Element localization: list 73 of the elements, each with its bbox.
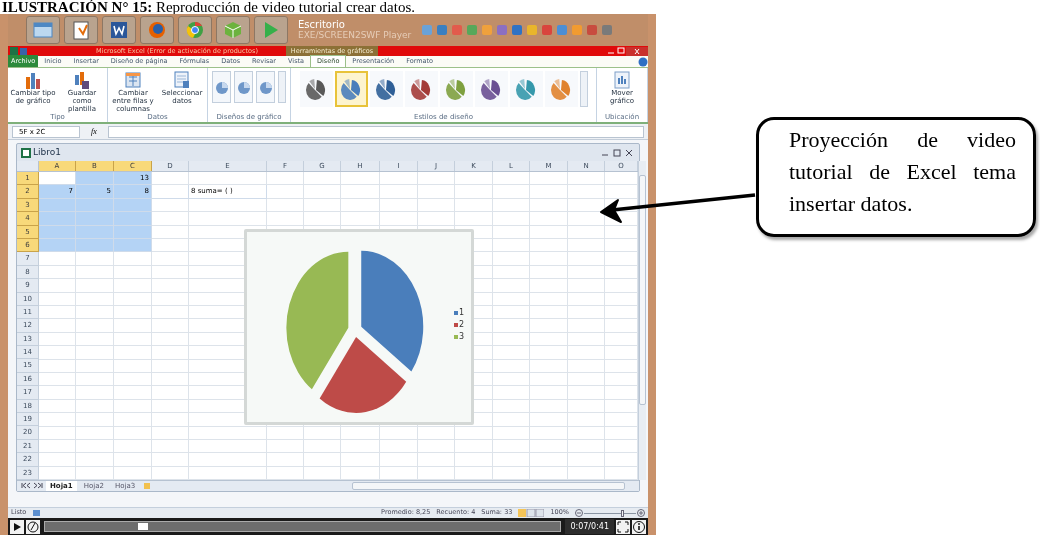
horizontal-scrollbar[interactable] [352, 482, 625, 490]
tray-icon[interactable] [571, 24, 584, 36]
legend-label: 3 [459, 332, 465, 341]
gallery-scroll[interactable] [579, 71, 588, 107]
formula-input[interactable] [108, 125, 644, 138]
tray-icon[interactable] [421, 24, 434, 36]
table-cell[interactable] [76, 212, 114, 226]
macro-icon[interactable] [32, 509, 42, 517]
fullscreen-icon[interactable] [616, 519, 630, 534]
zoom-out-icon[interactable] [575, 509, 583, 517]
chart-style-button[interactable] [474, 71, 508, 107]
callout-box: Proyección de video tutorial de Excel tema insertar datos. [756, 117, 1036, 237]
tray-icon[interactable] [541, 24, 554, 36]
document-icon[interactable] [64, 16, 98, 44]
seek-thumb[interactable] [137, 523, 148, 530]
chart-style-button[interactable] [509, 71, 543, 107]
tray-icon[interactable] [451, 24, 464, 36]
tray-icon[interactable] [511, 24, 524, 36]
help-icon[interactable] [638, 57, 648, 67]
pen-circle-icon[interactable] [26, 519, 40, 534]
chart-layout-button[interactable] [234, 71, 253, 103]
chart-style-button[interactable] [369, 71, 403, 107]
close-icon[interactable] [626, 46, 648, 56]
table-cell[interactable] [76, 172, 114, 186]
function-button[interactable]: fx [84, 125, 104, 138]
browser-icon[interactable] [178, 16, 212, 44]
table-select-icon [174, 71, 190, 89]
gallery-scroll[interactable] [278, 71, 286, 103]
tray-icon[interactable] [601, 24, 614, 36]
table-swap-icon [125, 71, 141, 89]
close-icon[interactable] [623, 148, 635, 157]
vertical-scrollbar[interactable] [638, 161, 646, 480]
table-cell[interactable] [39, 172, 76, 186]
excel-logo-icon [10, 47, 18, 55]
playback-time: 0:07/0:41 [565, 519, 614, 534]
save-icon[interactable] [20, 47, 27, 55]
info-icon[interactable] [632, 519, 646, 534]
chart-style-button[interactable] [299, 71, 333, 107]
tray-icon[interactable] [586, 24, 599, 36]
window-icon[interactable] [26, 16, 60, 44]
tray-icon[interactable] [556, 24, 569, 36]
chart-area[interactable]: 1 2 3 [244, 229, 474, 425]
move-chart-icon [614, 71, 630, 89]
tray-icon[interactable] [436, 24, 449, 36]
chart-style-button[interactable] [439, 71, 473, 107]
view-buttons-icon[interactable] [518, 509, 545, 517]
table-cell[interactable] [152, 185, 189, 199]
chart-save-icon [74, 71, 90, 89]
sheet-navigation-icon[interactable] [21, 482, 43, 490]
tray-icon[interactable] [481, 24, 494, 36]
tray-icon[interactable] [466, 24, 479, 36]
player-title: EXE/SCREEN2SWF Player [298, 30, 412, 41]
chart-style-button[interactable] [334, 71, 368, 107]
new-sheet-icon[interactable] [142, 482, 153, 490]
tray-icon[interactable] [496, 24, 509, 36]
zoom-thumb[interactable] [621, 509, 624, 517]
table-cell[interactable] [39, 212, 76, 226]
legend-label: 2 [459, 320, 465, 329]
chart-layout-button[interactable] [256, 71, 275, 103]
chart-style-button[interactable] [404, 71, 438, 107]
word-icon[interactable] [102, 16, 136, 44]
zoom-in-icon[interactable] [637, 509, 645, 517]
bar-chart-icon [25, 71, 41, 89]
workbook-icon [21, 147, 31, 158]
tray-icon[interactable] [526, 24, 539, 36]
legend-label: 1 [459, 308, 465, 317]
workbook-title: Libro1 [33, 145, 61, 159]
play-icon[interactable] [10, 519, 24, 534]
restore-icon[interactable] [611, 148, 623, 157]
table-cell[interactable] [114, 212, 152, 226]
cube-icon[interactable] [216, 16, 250, 44]
restore-icon[interactable] [616, 47, 626, 55]
chart-layout-button[interactable] [212, 71, 231, 103]
